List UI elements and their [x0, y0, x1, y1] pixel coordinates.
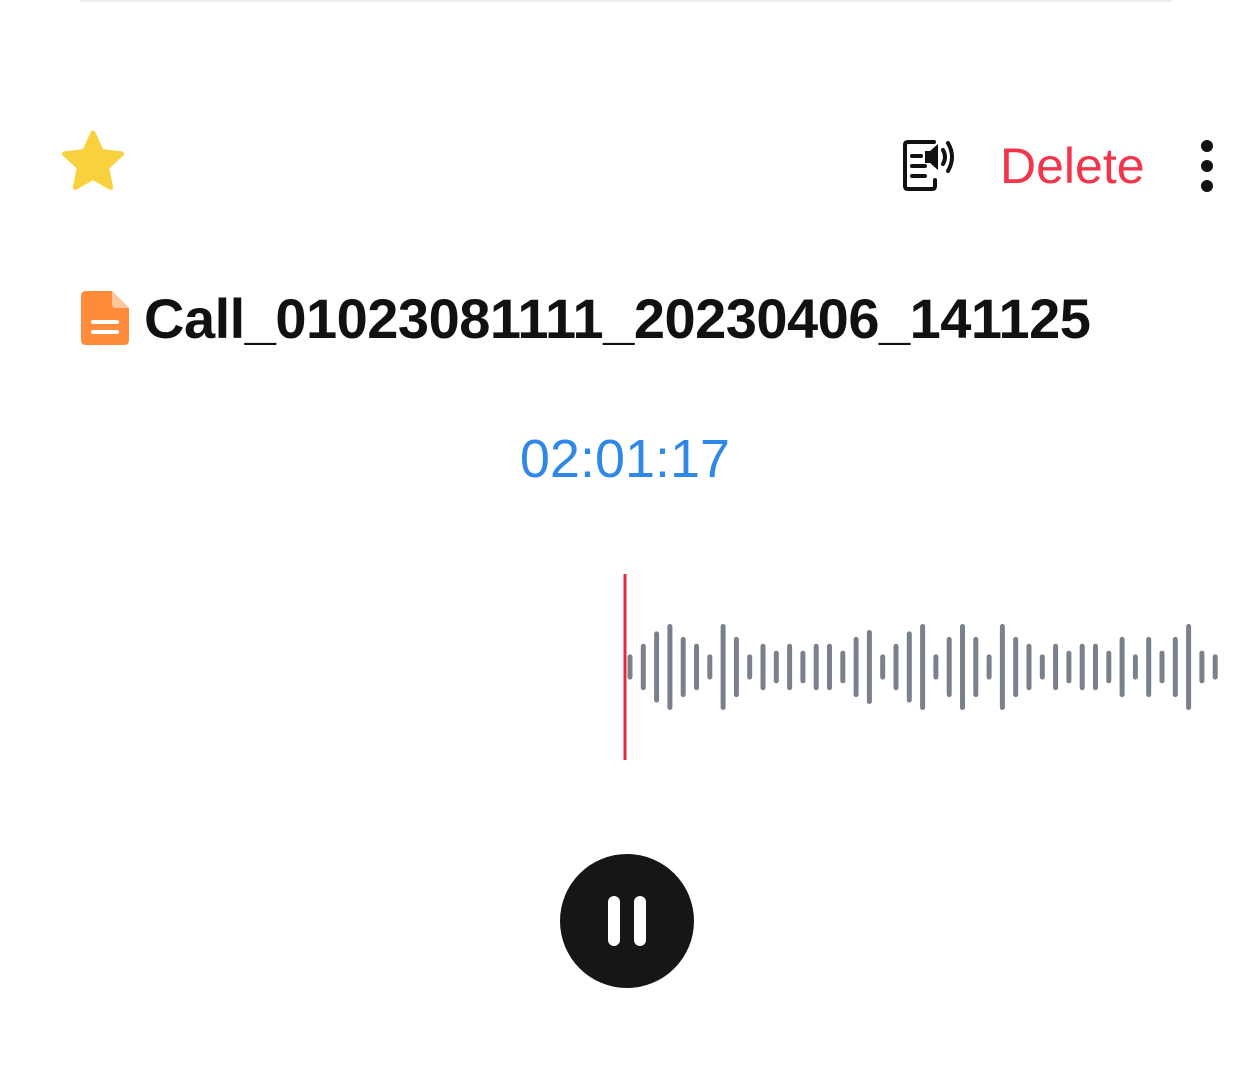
waveform-graphic	[623, 574, 1218, 760]
more-vertical-icon	[1201, 180, 1213, 192]
more-vertical-icon	[1201, 160, 1213, 172]
recording-detail-screen: Delete Call_01023081111_20230406_141125 …	[0, 0, 1250, 1081]
recording-title-row: Call_01023081111_20230406_141125	[80, 285, 1091, 351]
more-options-button[interactable]	[1186, 136, 1230, 196]
top-divider	[80, 0, 1172, 2]
delete-button[interactable]: Delete	[1000, 138, 1145, 194]
elapsed-time: 02:01:17	[519, 429, 731, 489]
pause-button[interactable]	[560, 854, 694, 988]
pause-icon	[608, 896, 620, 946]
audio-waveform[interactable]	[0, 570, 1250, 765]
star-icon	[62, 130, 124, 190]
recording-title: Call_01023081111_20230406_141125	[144, 286, 1091, 350]
document-icon	[80, 290, 130, 346]
speech-to-text-button[interactable]	[898, 134, 960, 194]
pause-icon	[634, 896, 646, 946]
favorite-button[interactable]	[58, 128, 128, 196]
more-vertical-icon	[1201, 140, 1213, 152]
speech-to-text-icon	[903, 140, 954, 191]
